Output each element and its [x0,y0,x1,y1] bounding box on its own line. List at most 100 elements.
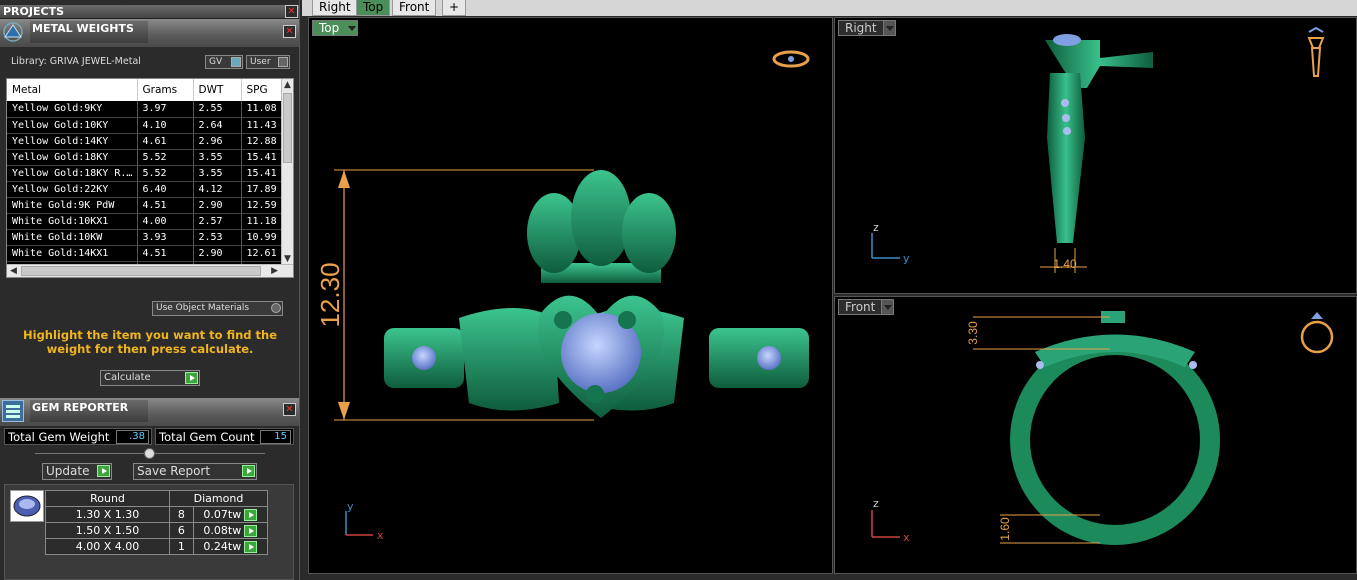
gv-toggle[interactable]: GV [205,55,243,69]
metal-col-header[interactable]: Metal [7,79,138,101]
gem-weight-cell: 0.07tw [192,506,269,523]
metal-cell: Yellow Gold:10KY [7,117,138,134]
gem-size-cell: 1.50 X 1.50 [45,522,170,539]
metal-cell: 2.55 [193,101,242,118]
crown-center-arch [571,170,631,266]
prong [554,311,572,329]
crown-right-arch [622,193,676,273]
close-metal-weights-icon[interactable]: ✕ [283,25,296,38]
gem-size-cell: 4.00 X 4.00 [45,538,170,555]
metal-cell: 11.43 [241,117,286,134]
scroll-up-icon[interactable]: ▲ [284,79,291,91]
gem-type-header: Diamond [169,490,268,507]
play-icon [185,372,198,384]
gem-table: Round Diamond 1.30 X 1.30 8 0.07tw 1.50 X 1… [45,490,269,555]
metal-cell: 4.00 [137,213,194,230]
metal-row[interactable]: White Gold:14KX1 4.51 2.90 12.61 [7,245,286,262]
x-axis-label: x [903,531,910,544]
prong [586,385,604,403]
metal-weights-logo-icon [2,21,24,43]
gem-reporter-title: GEM REPORTER [30,400,148,422]
calculate-button[interactable]: Calculate [100,370,200,386]
metal-cell: 2.53 [193,229,242,246]
tab-front[interactable]: Front [392,0,437,16]
arrow-up-icon [338,170,350,188]
bottom-height-dimension: 1.60 [998,517,1012,541]
gem-reporter-header: GEM REPORTER ✕ [0,398,299,426]
total-gem-count-value: 15 [260,430,291,444]
gem-row[interactable]: 4.00 X 4.00 1 0.24tw [45,538,269,555]
use-object-materials-toggle[interactable]: Use Object Materials [152,301,283,316]
metal-cell: 4.10 [137,117,194,134]
update-button[interactable]: Update [42,463,112,480]
right-viewport[interactable]: 1.40 z y Right [834,17,1357,294]
tab-right[interactable]: Right [312,0,358,16]
gem-count-cell: 8 [169,506,194,523]
height-dimension: 12.30 [315,262,345,327]
metal-row[interactable]: Yellow Gold:10KY 4.10 2.64 11.43 [7,117,286,134]
scroll-right-icon[interactable]: ▶ [271,265,278,277]
metal-cell: 5.52 [137,165,194,182]
metal-cell: 4.61 [137,133,194,150]
metal-row[interactable]: Yellow Gold:22KY 6.40 4.12 17.89 [7,181,286,198]
metal-row[interactable]: Yellow Gold:18KY 5.52 3.55 15.41 [7,149,286,166]
metal-col-header[interactable]: Grams [137,79,194,101]
chevron-down-icon [881,300,894,314]
metal-cell: 10.99 [241,229,286,246]
top-viewport[interactable]: 12.30 y x Top [308,17,833,574]
metal-col-header[interactable]: DWT [193,79,242,101]
chevron-down-icon [882,21,895,35]
add-tab-button[interactable]: + [442,0,467,16]
thickness-dimension: 1.40 [1053,257,1077,271]
metal-cell: 2.90 [193,245,242,262]
metal-weights-table[interactable]: Metal Grams DWT SPG Yellow Gold:9KY 3.97 2.55… [6,78,294,278]
gem-row[interactable]: 1.50 X 1.50 6 0.08tw [45,522,269,539]
close-projects-icon[interactable]: ✕ [285,5,298,18]
top-view-render: 12.30 y x [315,50,810,542]
metal-cell: 15.41 [241,165,286,182]
total-gem-weight-value: .38 [116,430,149,444]
gem-weight-cell: 0.08tw [192,522,269,539]
metal-row[interactable]: White Gold:10KX1 4.00 2.57 11.18 [7,213,286,230]
metal-row[interactable]: White Gold:9K PdW 4.51 2.90 12.59 [7,197,286,214]
metal-cell: Yellow Gold:9KY [7,101,138,118]
select-gem-icon[interactable] [244,541,258,553]
table-vertical-scrollbar[interactable]: ▲ ▼ [281,79,293,265]
y-axis-label: y [347,500,354,513]
metal-cell: 11.08 [241,101,286,118]
front-viewport[interactable]: 3.30 1.60 z x Front [834,296,1357,574]
side-shank [1047,73,1085,243]
z-axis-label: z [873,497,879,510]
front-view-dropdown[interactable]: Front [838,299,895,315]
save-report-button[interactable]: Save Report [133,463,257,480]
metal-cell: White Gold:9K PdW [7,197,138,214]
projects-header: PROJECTS ✕ [0,5,299,19]
scroll-left-icon[interactable]: ◀ [10,265,17,277]
metal-cell: 4.12 [193,181,242,198]
metal-cell: White Gold:10KX1 [7,213,138,230]
top-view-dropdown[interactable]: Top [312,20,359,36]
select-gem-icon[interactable] [244,525,258,537]
splitter-handle[interactable] [144,448,155,459]
select-gem-icon[interactable] [244,509,258,521]
metal-weights-header: METAL WEIGHTS ✕ [0,19,299,47]
close-gem-reporter-icon[interactable]: ✕ [283,403,296,416]
gem-row[interactable]: 1.30 X 1.30 8 0.07tw [45,506,269,523]
gem-weight-cell: 0.24tw [192,538,269,555]
metal-cell: 3.55 [193,165,242,182]
view-tabs: Right Top Front + [302,0,1357,16]
metal-row[interactable]: Yellow Gold:14KY 4.61 2.96 12.88 [7,133,286,150]
metal-col-header[interactable]: SPG [241,79,286,101]
gem-size-cell: 1.30 X 1.30 [45,506,170,523]
right-view-dropdown[interactable]: Right [838,20,896,36]
metal-cell: 12.61 [241,245,286,262]
metal-row[interactable]: Yellow Gold:9KY 3.97 2.55 11.08 [7,101,286,118]
user-toggle[interactable]: User [246,55,290,69]
tab-top[interactable]: Top [356,0,391,16]
library-label: Library: GRIVA JEWEL-Metal [11,56,141,67]
calculate-hint: Highlight the item you want to find the … [23,328,277,356]
metal-row[interactable]: White Gold:10KW 3.93 2.53 10.99 [7,229,286,246]
round-gem-thumbnail[interactable] [10,490,44,522]
table-horizontal-scrollbar[interactable]: ◀ ▶ [7,264,293,277]
metal-row[interactable]: Yellow Gold:18KY R... 5.52 3.55 15.41 [7,165,286,182]
